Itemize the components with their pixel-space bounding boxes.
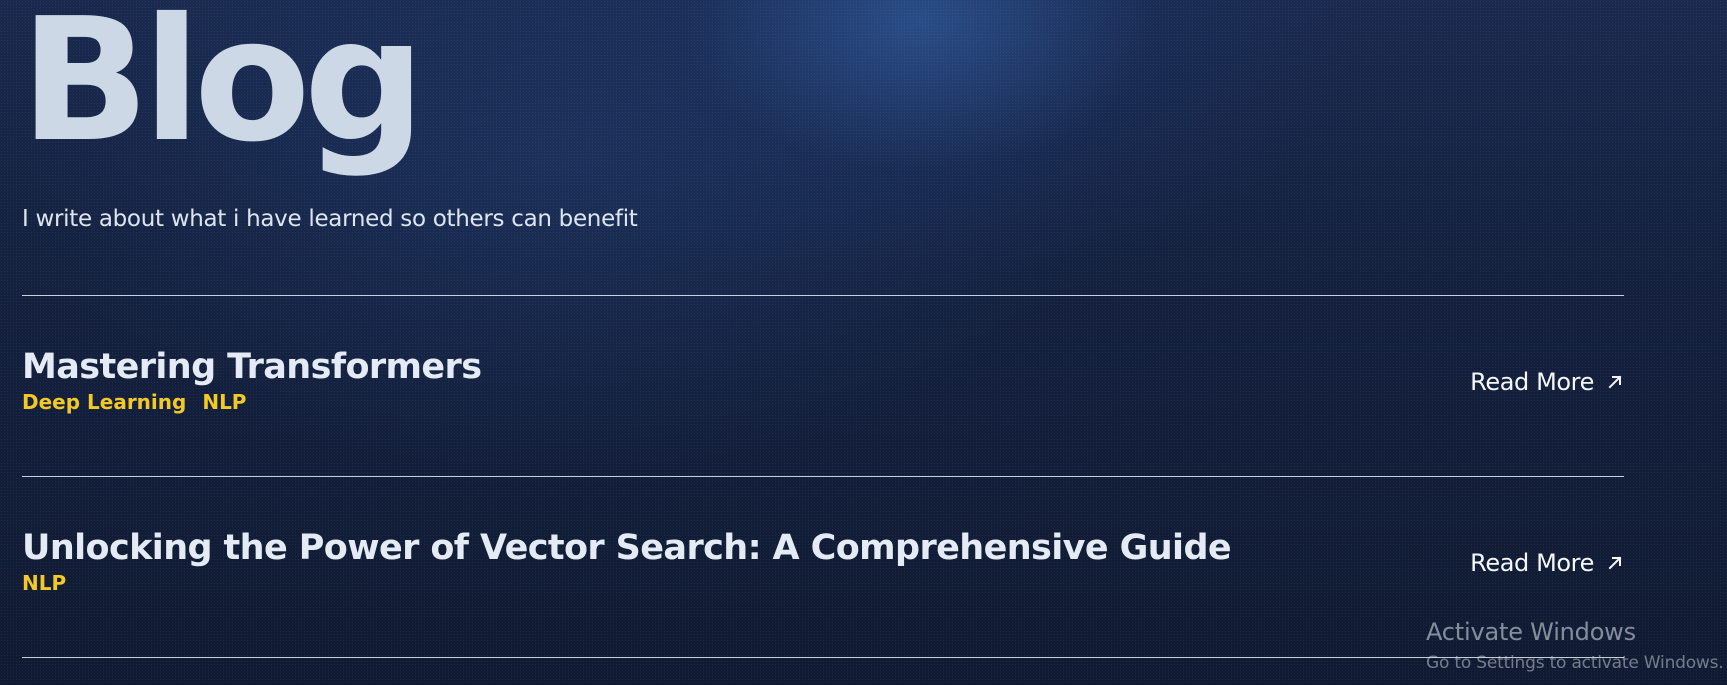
post-title[interactable]: Unlocking the Power of Vector Search: A … xyxy=(22,528,1232,568)
windows-activation-watermark: Activate Windows Go to Settings to activ… xyxy=(1426,619,1726,673)
page-title: Blog xyxy=(20,0,425,180)
tag-deep-learning[interactable]: Deep Learning xyxy=(22,392,186,412)
page-subtitle: I write about what i have learned so oth… xyxy=(22,206,638,232)
divider xyxy=(22,476,1624,477)
divider xyxy=(22,295,1624,296)
read-more-link[interactable]: Read More xyxy=(1470,370,1624,394)
arrow-up-right-icon xyxy=(1608,375,1622,389)
read-more-link[interactable]: Read More xyxy=(1470,551,1624,575)
post-tags: Deep Learning NLP xyxy=(22,392,246,412)
watermark-subtitle: Go to Settings to activate Windows. xyxy=(1426,653,1724,674)
tag-nlp[interactable]: NLP xyxy=(22,573,66,593)
read-more-label: Read More xyxy=(1470,549,1594,577)
post-tags: NLP xyxy=(22,573,66,593)
watermark-title: Activate Windows xyxy=(1426,618,1636,646)
arrow-up-right-icon xyxy=(1608,556,1622,570)
divider xyxy=(22,657,1624,658)
read-more-label: Read More xyxy=(1470,368,1594,396)
blog-post-item: Mastering Transformers Deep Learning NLP… xyxy=(22,347,1624,478)
post-title[interactable]: Mastering Transformers xyxy=(22,347,482,387)
blog-post-item: Unlocking the Power of Vector Search: A … xyxy=(22,528,1624,659)
tag-nlp[interactable]: NLP xyxy=(202,392,246,412)
